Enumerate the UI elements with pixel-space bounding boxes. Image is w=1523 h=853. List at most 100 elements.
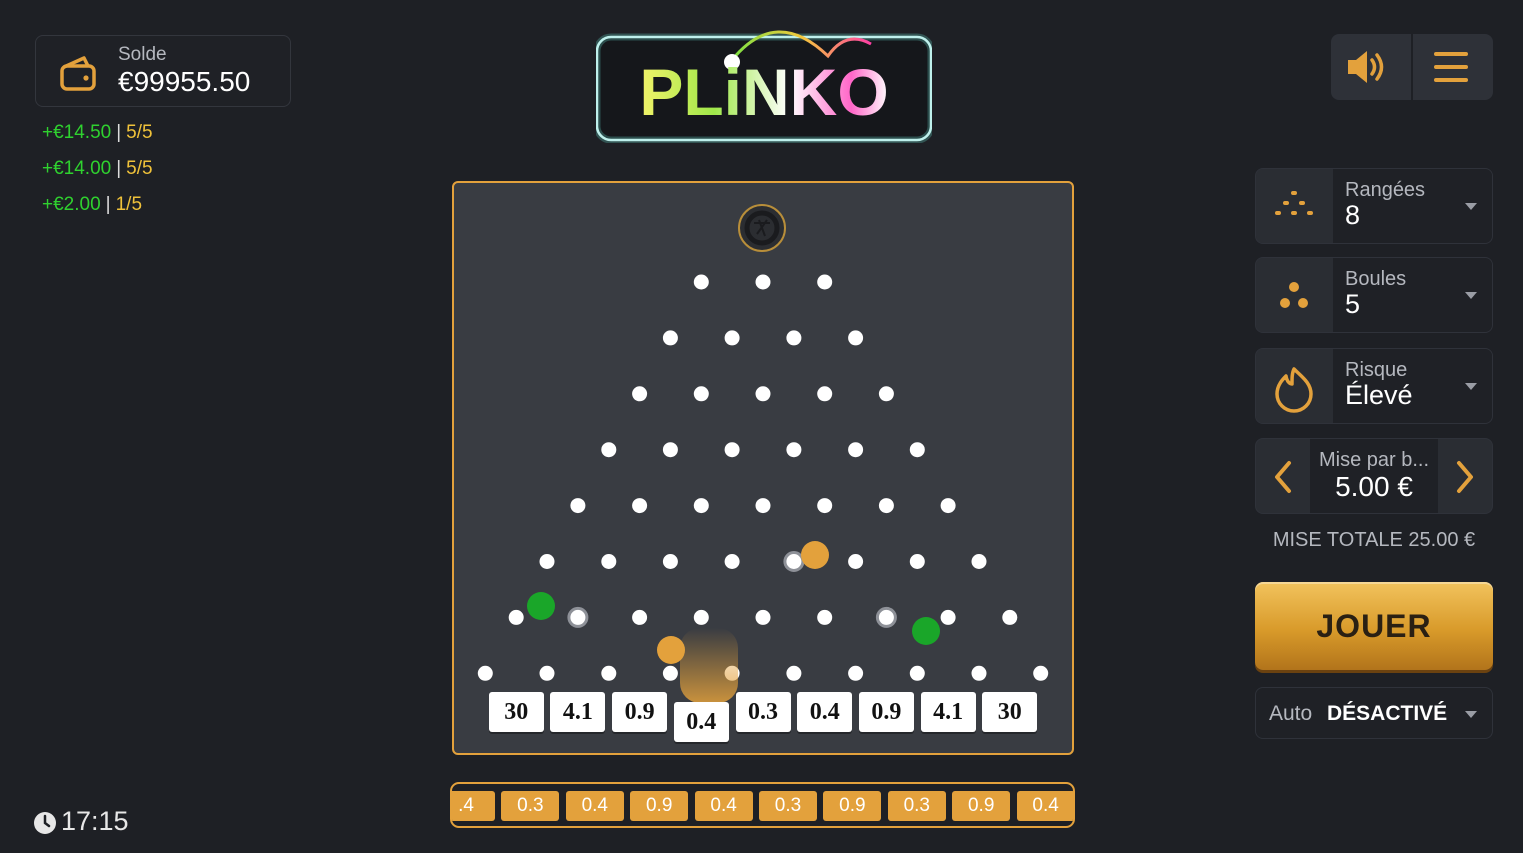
rows-value: 8 xyxy=(1345,200,1361,230)
result-chip: .4 xyxy=(452,791,495,821)
peg xyxy=(848,330,864,346)
multiplier-slot: 0.4 xyxy=(673,702,729,742)
peg xyxy=(786,665,802,681)
pyramid-icon xyxy=(1275,191,1313,215)
rows-icon-box xyxy=(1256,169,1332,243)
peg xyxy=(724,330,740,346)
peg xyxy=(848,442,864,458)
peg xyxy=(1002,609,1018,625)
risk-value: Élevé xyxy=(1345,380,1413,410)
auto-play-select[interactable]: Auto DÉSACTIVÉ xyxy=(1255,687,1493,739)
speaker-icon xyxy=(1348,51,1384,83)
peg xyxy=(755,498,771,514)
auto-label: Auto xyxy=(1269,702,1313,725)
decrease-stake-button[interactable] xyxy=(1256,439,1310,513)
ball xyxy=(801,541,829,569)
balls-label: Boules xyxy=(1345,268,1407,290)
risk-icon-box xyxy=(1256,349,1332,423)
multiplier-slot: 30 xyxy=(488,692,544,732)
ball-trail xyxy=(680,628,738,703)
peg-field xyxy=(477,204,1049,703)
balls-icon-box xyxy=(1256,258,1332,332)
balance-label: Solde xyxy=(118,44,167,65)
result-chip: 0.3 xyxy=(887,791,946,821)
peg xyxy=(662,442,678,458)
peg xyxy=(971,554,987,569)
win-amount: +€2.00 xyxy=(42,194,101,215)
win-count: 5/5 xyxy=(126,122,153,143)
sound-button[interactable] xyxy=(1331,34,1411,100)
peg xyxy=(508,609,524,625)
balls-value: 5 xyxy=(1345,289,1361,319)
increase-stake-button[interactable] xyxy=(1438,439,1492,513)
total-bet: MISE TOTALE 25.00 € xyxy=(1272,529,1476,551)
logo-text: PLiNKO xyxy=(639,55,888,129)
peg xyxy=(786,442,802,458)
peg xyxy=(632,498,648,514)
balls-select[interactable]: Boules 5 xyxy=(1255,257,1493,333)
peg xyxy=(909,665,925,681)
result-chip: 0.9 xyxy=(952,791,1011,821)
result-chip: 0.4 xyxy=(565,791,624,821)
peg xyxy=(786,330,802,346)
result-chip: 0.3 xyxy=(501,791,560,821)
peg xyxy=(817,386,833,402)
peg xyxy=(755,386,771,402)
menu-button[interactable] xyxy=(1413,34,1493,100)
risk-select[interactable]: Risque Élevé xyxy=(1255,348,1493,424)
win-history-item: +€2.00 | 1/5 xyxy=(42,194,142,216)
result-chip: 0.9 xyxy=(823,791,882,821)
peg xyxy=(601,554,617,569)
win-amount: +€14.50 xyxy=(42,122,112,143)
peg xyxy=(693,274,709,290)
chevron-down-icon xyxy=(1465,203,1477,210)
peg xyxy=(693,498,709,514)
peg xyxy=(601,442,617,458)
peg xyxy=(909,554,925,569)
peg xyxy=(567,606,589,628)
peg xyxy=(539,554,555,569)
peg xyxy=(601,665,617,681)
ball-dropper xyxy=(738,204,786,252)
auto-value: DÉSACTIVÉ xyxy=(1327,702,1448,725)
peg xyxy=(477,665,493,681)
balance-card: Solde €99955.50 xyxy=(35,35,291,107)
peg xyxy=(940,609,956,625)
peg xyxy=(783,551,805,572)
multiplier-slot: 0.4 xyxy=(797,692,853,732)
peg xyxy=(539,665,555,681)
separator: | xyxy=(116,158,122,179)
peg xyxy=(570,498,586,514)
peg xyxy=(971,665,987,681)
separator: | xyxy=(105,194,111,215)
multiplier-slot: 30 xyxy=(982,692,1038,732)
multiplier-slot: 0.3 xyxy=(735,692,791,732)
multiplier-slot: 4.1 xyxy=(920,692,976,732)
rows-label: Rangées xyxy=(1345,179,1426,201)
peg xyxy=(909,442,925,458)
multiplier-slot: 0.9 xyxy=(612,692,668,732)
peg xyxy=(848,665,864,681)
rows-select-body: Rangées 8 xyxy=(1333,169,1492,243)
peg xyxy=(693,609,709,625)
play-button[interactable]: JOUER xyxy=(1255,582,1493,670)
win-history-item: +€14.50 | 5/5 xyxy=(42,122,153,144)
balls-icon xyxy=(1280,282,1308,308)
hamburger-menu-icon xyxy=(1434,52,1468,82)
peg xyxy=(1033,665,1049,681)
peg xyxy=(632,609,648,625)
ball xyxy=(527,592,555,620)
result-chip: 0.4 xyxy=(694,791,753,821)
risk-select-body: Risque Élevé xyxy=(1333,349,1492,423)
peg xyxy=(817,274,833,290)
peg xyxy=(632,386,648,402)
multiplier-slot: 4.1 xyxy=(550,692,606,732)
balance-value: €99955.50 xyxy=(118,66,251,97)
peg xyxy=(878,498,894,514)
chevron-down-icon xyxy=(1465,711,1477,718)
recent-results-bar: .4 0.3 0.4 0.9 0.4 0.3 0.9 0.3 0.9 0.4 xyxy=(450,782,1075,828)
rows-select[interactable]: Rangées 8 xyxy=(1255,168,1493,244)
peg xyxy=(817,498,833,514)
result-chip: 0.3 xyxy=(759,791,817,821)
peg xyxy=(817,609,833,625)
